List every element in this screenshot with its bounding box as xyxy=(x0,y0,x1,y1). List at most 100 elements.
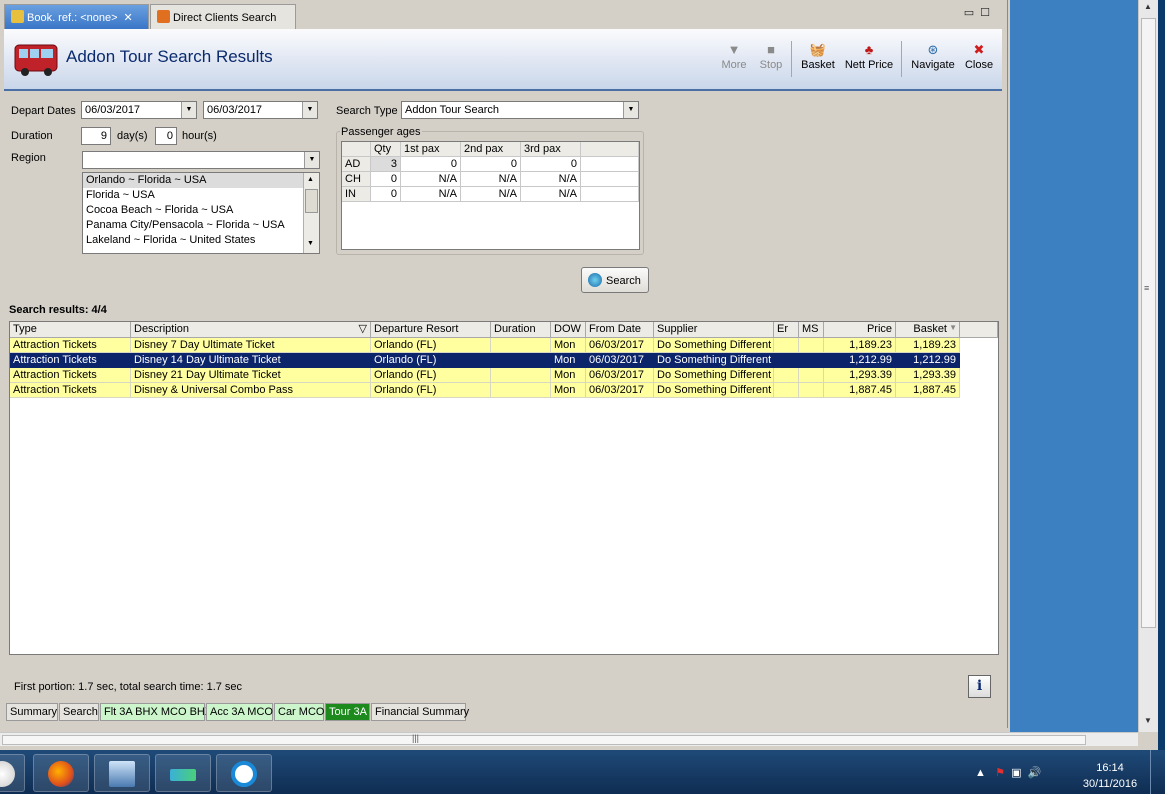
column-header-type[interactable]: Type xyxy=(10,322,131,338)
cell-type[interactable]: Attraction Tickets xyxy=(10,338,131,353)
cell-supplier[interactable]: Do Something Different xyxy=(654,368,774,383)
cell-duration[interactable] xyxy=(491,368,551,383)
pax-qty-cell[interactable]: 0 xyxy=(371,187,401,202)
result-row[interactable]: Attraction Tickets Disney 21 Day Ultimate… xyxy=(10,368,960,383)
scroll-up-icon[interactable]: ▲ xyxy=(1144,2,1152,11)
cell-er[interactable] xyxy=(774,338,799,353)
cell-supplier[interactable]: Do Something Different xyxy=(654,383,774,398)
cell-er[interactable] xyxy=(774,368,799,383)
cell-price[interactable]: 1,293.39 xyxy=(824,368,896,383)
taskbar-remote-desktop[interactable] xyxy=(94,754,150,792)
region-combo[interactable]: ▼ xyxy=(82,151,320,169)
dropdown-arrow-icon[interactable]: ▼ xyxy=(623,102,638,118)
tab-direct-clients-search[interactable]: Direct Clients Search xyxy=(150,4,296,29)
cell-dow[interactable]: Mon xyxy=(551,353,586,368)
region-option[interactable]: Panama City/Pensacola ~ Florida ~ USA xyxy=(83,218,319,233)
column-header-ms[interactable]: MS xyxy=(799,322,824,338)
cell-basket[interactable]: 1,189.23 xyxy=(896,338,960,353)
results-grid[interactable]: Type Description ▽ Departure Resort Durat… xyxy=(9,321,999,655)
result-row[interactable]: Attraction Tickets Disney 14 Day Ultimate… xyxy=(10,353,960,368)
cell-supplier[interactable]: Do Something Different xyxy=(654,353,774,368)
tab-book-ref[interactable]: Book. ref.: <none> ✕ xyxy=(4,4,149,29)
taskbar-clock[interactable]: 16:14 30/11/2016 xyxy=(1078,760,1142,792)
scroll-down-icon[interactable]: ▼ xyxy=(1144,716,1152,725)
column-header-supplier[interactable]: Supplier xyxy=(654,322,774,338)
duration-hours-input[interactable]: 0 xyxy=(155,127,177,145)
taskbar-app[interactable] xyxy=(155,754,211,792)
pax-age-cell[interactable]: N/A xyxy=(461,172,521,187)
dropdown-arrow-icon[interactable]: ▼ xyxy=(302,102,317,118)
region-option[interactable]: Orlando ~ Florida ~ USA xyxy=(83,173,319,188)
vertical-scroll-thumb[interactable] xyxy=(1141,18,1156,628)
show-desktop-button[interactable] xyxy=(1150,750,1165,794)
tab-financial-summary[interactable]: Financial Summary xyxy=(371,703,469,721)
result-row[interactable]: Attraction Tickets Disney & Universal Com… xyxy=(10,383,960,398)
vertical-scrollbar[interactable]: ▲ ≡ ▼ xyxy=(1138,0,1158,732)
region-list[interactable]: Orlando ~ Florida ~ USA Florida ~ USA Co… xyxy=(82,172,320,254)
cell-basket[interactable]: 1,293.39 xyxy=(896,368,960,383)
cell-ms[interactable] xyxy=(799,353,824,368)
pax-age-cell[interactable]: N/A xyxy=(461,187,521,202)
duration-days-input[interactable]: 9 xyxy=(81,127,111,145)
dropdown-arrow-icon[interactable]: ▼ xyxy=(181,102,196,118)
cell-from-date[interactable]: 06/03/2017 xyxy=(586,353,654,368)
filter-icon[interactable]: ▽ xyxy=(359,322,367,335)
pax-age-cell[interactable]: N/A xyxy=(401,187,461,202)
tab-accommodation[interactable]: Acc 3A MCO xyxy=(206,703,273,721)
navigate-button[interactable]: ⊛ Navigate xyxy=(908,43,958,72)
cell-departure-resort[interactable]: Orlando (FL) xyxy=(371,383,491,398)
cell-ms[interactable] xyxy=(799,338,824,353)
pax-qty-cell[interactable]: 3 xyxy=(371,157,401,172)
depart-to-date[interactable]: 06/03/2017 ▼ xyxy=(203,101,318,119)
cell-description[interactable]: Disney 14 Day Ultimate Ticket xyxy=(131,353,371,368)
cell-basket[interactable]: 1,887.45 xyxy=(896,383,960,398)
column-header-basket[interactable]: Basket ▼ xyxy=(896,322,960,338)
horizontal-scroll-thumb[interactable] xyxy=(2,735,1086,745)
cell-price[interactable]: 1,189.23 xyxy=(824,338,896,353)
region-option[interactable]: Florida ~ USA xyxy=(83,188,319,203)
column-header-departure-resort[interactable]: Departure Resort xyxy=(371,322,491,338)
cell-from-date[interactable]: 06/03/2017 xyxy=(586,368,654,383)
search-type-combo[interactable]: Addon Tour Search ▼ xyxy=(401,101,639,119)
cell-duration[interactable] xyxy=(491,353,551,368)
cell-dow[interactable]: Mon xyxy=(551,368,586,383)
pax-age-cell[interactable]: 0 xyxy=(401,157,461,172)
cell-price[interactable]: 1,212.99 xyxy=(824,353,896,368)
taskbar-g-app[interactable] xyxy=(216,754,272,792)
cell-departure-resort[interactable]: Orlando (FL) xyxy=(371,338,491,353)
tab-flight[interactable]: Flt 3A BHX MCO BHX xyxy=(100,703,212,721)
nett-price-button[interactable]: ♣ Nett Price xyxy=(842,43,896,72)
info-button[interactable]: i xyxy=(968,675,991,698)
result-row[interactable]: Attraction Tickets Disney 7 Day Ultimate … xyxy=(10,338,960,353)
network-icon[interactable]: ▣ xyxy=(1011,767,1021,779)
pax-qty-cell[interactable]: 0 xyxy=(371,172,401,187)
pax-age-cell[interactable]: 0 xyxy=(461,157,521,172)
cell-dow[interactable]: Mon xyxy=(551,338,586,353)
cell-description[interactable]: Disney 21 Day Ultimate Ticket xyxy=(131,368,371,383)
region-scroll-thumb[interactable] xyxy=(305,189,318,213)
cell-from-date[interactable]: 06/03/2017 xyxy=(586,383,654,398)
region-list-scrollbar[interactable]: ▲ ▼ xyxy=(303,173,319,253)
region-option[interactable]: Cocoa Beach ~ Florida ~ USA xyxy=(83,203,319,218)
scroll-up-icon[interactable]: ▲ xyxy=(307,176,314,183)
column-header-er[interactable]: Er xyxy=(774,322,799,338)
minimize-icon[interactable]: ▭ xyxy=(964,7,980,19)
maximize-icon[interactable]: ☐ xyxy=(980,7,996,19)
window-controls[interactable]: ▭☐ xyxy=(964,6,996,19)
stop-button[interactable]: ■ Stop xyxy=(756,43,786,72)
column-header-duration[interactable]: Duration xyxy=(491,322,551,338)
cell-from-date[interactable]: 06/03/2017 xyxy=(586,338,654,353)
cell-ms[interactable] xyxy=(799,368,824,383)
cell-type[interactable]: Attraction Tickets xyxy=(10,383,131,398)
cell-dow[interactable]: Mon xyxy=(551,383,586,398)
cell-basket[interactable]: 1,212.99 xyxy=(896,353,960,368)
basket-button[interactable]: 🧺 Basket xyxy=(798,43,838,72)
cell-duration[interactable] xyxy=(491,338,551,353)
horizontal-scrollbar[interactable]: ||| xyxy=(0,732,1138,746)
pax-age-cell[interactable]: N/A xyxy=(401,172,461,187)
tab-tour[interactable]: Tour 3A xyxy=(325,703,370,721)
depart-from-date[interactable]: 06/03/2017 ▼ xyxy=(81,101,197,119)
cell-duration[interactable] xyxy=(491,383,551,398)
search-button[interactable]: Search xyxy=(581,267,649,293)
cell-er[interactable] xyxy=(774,383,799,398)
